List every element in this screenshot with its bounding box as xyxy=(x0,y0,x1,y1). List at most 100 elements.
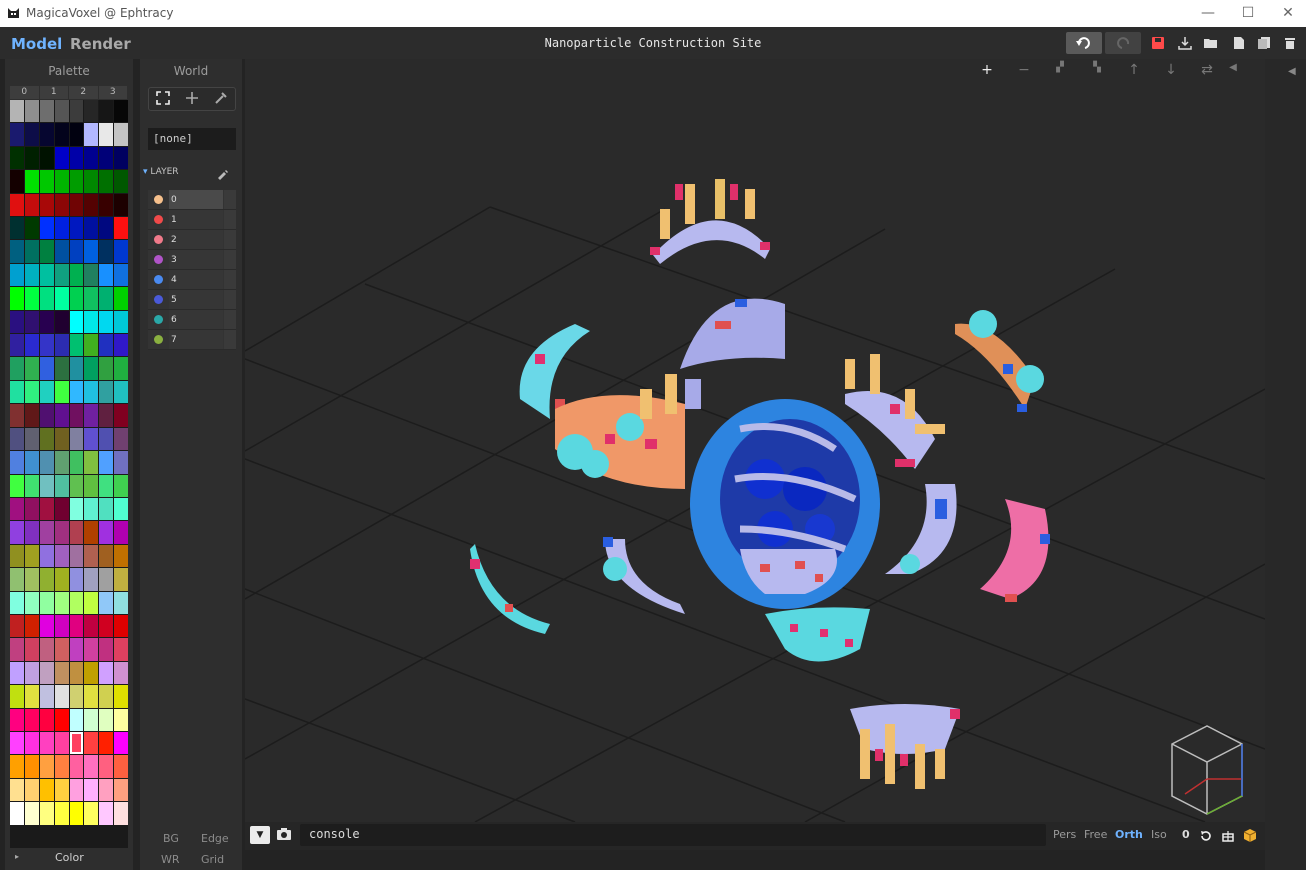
layer-color-dot[interactable] xyxy=(154,295,163,304)
palette-swatch[interactable] xyxy=(84,100,99,123)
palette-swatch[interactable] xyxy=(99,685,114,708)
palette-swatch[interactable] xyxy=(10,263,24,287)
palette-swatch[interactable] xyxy=(84,451,99,474)
remove-icon[interactable]: − xyxy=(1014,62,1034,78)
palette-swatch[interactable] xyxy=(24,544,39,568)
palette-swatch[interactable] xyxy=(114,427,128,451)
palette-swatch[interactable] xyxy=(39,263,54,287)
palette-swatch[interactable] xyxy=(24,146,39,170)
palette-swatch[interactable] xyxy=(10,310,24,334)
palette-swatch[interactable] xyxy=(84,661,99,685)
palette-swatch[interactable] xyxy=(114,334,128,357)
palette-swatch[interactable] xyxy=(24,802,39,825)
palette-swatch[interactable] xyxy=(39,614,54,638)
palette-swatch[interactable] xyxy=(39,100,54,123)
palette-swatch[interactable] xyxy=(10,123,24,146)
palette-swatch[interactable] xyxy=(24,287,39,310)
palette-swatch[interactable] xyxy=(24,263,39,287)
palette-swatch[interactable] xyxy=(84,240,99,263)
palette-swatch[interactable] xyxy=(69,263,84,287)
layer-color-dot[interactable] xyxy=(154,215,163,224)
layer-row[interactable]: 5 xyxy=(148,290,236,310)
view-mode-free[interactable]: Free xyxy=(1084,828,1107,841)
palette-swatch[interactable] xyxy=(69,170,84,193)
palette-swatch[interactable] xyxy=(54,614,69,638)
palette-swatch[interactable] xyxy=(114,544,128,568)
palette-swatch[interactable] xyxy=(114,146,128,170)
palette-swatch[interactable] xyxy=(114,357,128,380)
palette-swatch[interactable] xyxy=(39,240,54,263)
palette-swatch[interactable] xyxy=(69,591,84,614)
palette-swatch[interactable] xyxy=(10,802,24,825)
palette-swatch[interactable] xyxy=(10,591,24,614)
layer-row[interactable]: 1 xyxy=(148,210,236,230)
palette-swatch[interactable] xyxy=(69,310,84,334)
object-name-field[interactable]: [none] xyxy=(148,128,236,150)
palette-swatch[interactable] xyxy=(99,123,114,146)
palette-swatch[interactable] xyxy=(10,544,24,568)
palette-swatch[interactable] xyxy=(54,170,69,193)
palette-swatch[interactable] xyxy=(24,778,39,802)
palette-swatch[interactable] xyxy=(114,497,128,521)
palette-swatch[interactable] xyxy=(10,614,24,638)
palette-swatch[interactable] xyxy=(10,357,24,380)
save-icon[interactable] xyxy=(1148,33,1168,53)
camera-icon[interactable] xyxy=(276,826,292,846)
palette-swatch[interactable] xyxy=(69,334,84,357)
palette-swatch[interactable] xyxy=(84,521,99,544)
palette-swatch[interactable] xyxy=(54,708,69,731)
palette-swatch[interactable] xyxy=(10,755,24,778)
move-icon[interactable] xyxy=(185,90,199,109)
palette-swatch[interactable] xyxy=(84,802,99,825)
palette-swatch[interactable] xyxy=(54,521,69,544)
edge-button[interactable]: Edge xyxy=(201,832,229,845)
palette-swatch[interactable] xyxy=(24,217,39,240)
minimize-icon[interactable]: — xyxy=(1198,3,1218,23)
palette-swatch[interactable] xyxy=(84,380,99,404)
palette-swatch[interactable] xyxy=(10,685,24,708)
palette-swatch[interactable] xyxy=(84,310,99,334)
palette-swatch[interactable] xyxy=(114,217,128,240)
palette-swatch[interactable] xyxy=(69,146,84,170)
palette-swatch[interactable] xyxy=(99,638,114,661)
palette-swatch[interactable] xyxy=(99,263,114,287)
palette-swatch[interactable] xyxy=(114,123,128,146)
palette-swatch[interactable] xyxy=(54,357,69,380)
open-folder-icon[interactable] xyxy=(1201,33,1221,53)
palette-swatch[interactable] xyxy=(39,661,54,685)
palette-swatch[interactable] xyxy=(99,380,114,404)
palette-swatch[interactable] xyxy=(39,404,54,427)
delete-icon[interactable] xyxy=(1280,33,1300,53)
close-icon[interactable]: ✕ xyxy=(1278,3,1298,23)
palette-swatch[interactable] xyxy=(69,638,84,661)
palette-swatch[interactable] xyxy=(39,146,54,170)
palette-swatch[interactable] xyxy=(10,334,24,357)
palette-swatch[interactable] xyxy=(39,427,54,451)
palette-swatch[interactable] xyxy=(54,451,69,474)
layer-visibility-toggle[interactable] xyxy=(224,190,236,209)
palette-swatch[interactable] xyxy=(54,802,69,825)
palette-swatch[interactable] xyxy=(39,685,54,708)
palette-swatch[interactable] xyxy=(54,404,69,427)
palette-swatch[interactable] xyxy=(99,497,114,521)
palette-swatch[interactable] xyxy=(24,685,39,708)
palette-swatch[interactable] xyxy=(99,404,114,427)
palette-swatch[interactable] xyxy=(10,380,24,404)
palette-swatch[interactable] xyxy=(99,146,114,170)
layer-color-dot[interactable] xyxy=(154,335,163,344)
palette-tab-1[interactable]: 1 xyxy=(39,86,68,99)
palette-swatch[interactable] xyxy=(99,708,114,731)
palette-swatch[interactable] xyxy=(24,497,39,521)
palette-swatch[interactable] xyxy=(84,123,99,146)
palette-swatch[interactable] xyxy=(69,123,84,146)
palette-swatch[interactable] xyxy=(39,708,54,731)
console-input[interactable]: console xyxy=(300,824,1046,846)
grid-button[interactable]: Grid xyxy=(201,853,224,866)
palette-swatch[interactable] xyxy=(84,591,99,614)
color-label[interactable]: Color xyxy=(55,851,84,864)
palette-swatch[interactable] xyxy=(69,287,84,310)
palette-swatch[interactable] xyxy=(69,100,84,123)
arrow-down-icon[interactable]: ↓ xyxy=(1161,62,1181,78)
palette-swatch[interactable] xyxy=(99,778,114,802)
palette-swatch[interactable] xyxy=(69,497,84,521)
